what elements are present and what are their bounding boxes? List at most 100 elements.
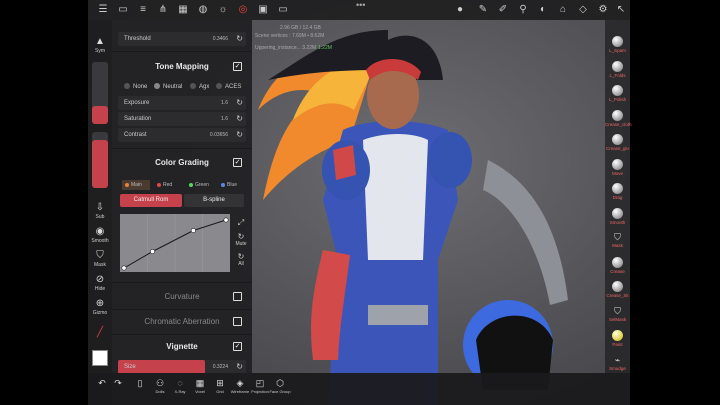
- gizmo-tool[interactable]: ⊕ Gizmo: [88, 298, 112, 316]
- sphere-icon[interactable]: ◍: [196, 3, 210, 17]
- divider: [112, 51, 252, 52]
- tab-catmull-rom[interactable]: Catmull Rom: [120, 194, 182, 207]
- sliders-icon[interactable]: ≡: [136, 3, 150, 17]
- expand-button[interactable]: ⤢: [231, 218, 251, 228]
- radius-slider[interactable]: [92, 62, 108, 124]
- radio-neutral-label: Neutral: [163, 84, 183, 90]
- curve-point[interactable]: [150, 248, 156, 254]
- reset-icon[interactable]: ↻: [236, 98, 243, 107]
- curve-editor[interactable]: [120, 214, 230, 272]
- tab-b-spline[interactable]: B-spline: [184, 194, 244, 207]
- reset-icon[interactable]: ↻: [236, 34, 243, 43]
- tool-smooth[interactable]: Smooth: [605, 207, 630, 225]
- vignette-size-row[interactable]: Size 0.3224 ↻: [118, 360, 246, 373]
- tool-l-spam[interactable]: L_Spam: [605, 36, 630, 53]
- contrast-row[interactable]: Contrast 0.03656 ↻: [118, 128, 246, 142]
- sun-icon[interactable]: ☼: [216, 3, 230, 17]
- tool-label: L_Spam: [609, 48, 626, 53]
- sym-toggle[interactable]: ▲ Sym: [88, 36, 112, 54]
- tool-drag[interactable]: Drag: [605, 183, 630, 200]
- color-grading-checkbox[interactable]: ✓: [233, 158, 242, 167]
- channel-green[interactable]: Green: [186, 180, 214, 190]
- tool-smudge[interactable]: ⌁ Smudge: [605, 355, 630, 371]
- radio-aces[interactable]: ACES: [216, 83, 241, 90]
- tool-paint[interactable]: Paint: [605, 330, 630, 347]
- hide-tool[interactable]: ⊘ Hide: [88, 274, 112, 292]
- vignette-checkbox[interactable]: ✓: [233, 342, 242, 351]
- color-grading-title: Color Grading: [155, 158, 209, 167]
- tool-crease-sk[interactable]: Crease_Sk: [605, 281, 630, 298]
- exposure-label: Exposure: [124, 100, 150, 106]
- brush-icon[interactable]: ✎: [476, 3, 490, 17]
- sub-toggle[interactable]: ⇩ Sub: [88, 202, 112, 220]
- tool-label: Crease: [610, 268, 625, 274]
- intensity-slider[interactable]: [92, 132, 108, 188]
- curvature-checkbox[interactable]: [233, 292, 242, 301]
- exposure-row[interactable]: Exposure 1.6 ↻: [118, 96, 246, 110]
- tree-icon[interactable]: ⋔: [156, 3, 170, 17]
- color-swatch-slash[interactable]: ╱: [88, 327, 112, 339]
- bookmark-icon[interactable]: ⌂: [556, 3, 570, 17]
- curve-point[interactable]: [190, 228, 196, 234]
- smooth-tool[interactable]: ◉ Smooth: [88, 226, 112, 244]
- chromatic-aberration-checkbox[interactable]: [233, 317, 242, 326]
- radio-agx[interactable]: Agx: [190, 83, 209, 90]
- pipette-icon[interactable]: ⚲: [516, 3, 530, 17]
- tone-mapping-checkbox[interactable]: ✓: [233, 62, 242, 71]
- target-icon[interactable]: ◎: [236, 3, 250, 17]
- radio-none-label: None: [133, 84, 148, 90]
- reset-icon[interactable]: ↻: [236, 130, 243, 139]
- divider: [112, 148, 252, 149]
- all-button[interactable]: ↻ All: [231, 252, 251, 267]
- gradient-icon[interactable]: ◐: [536, 3, 550, 17]
- facegroup-button[interactable]: ⬡ Face Group: [268, 378, 292, 394]
- tool-move[interactable]: Move: [605, 158, 630, 176]
- radio-none[interactable]: None: [124, 83, 147, 90]
- channel-blue[interactable]: Blue: [218, 180, 246, 190]
- saturation-label: Saturation: [124, 116, 152, 122]
- curve-point[interactable]: [223, 217, 229, 223]
- radio-neutral[interactable]: Neutral: [154, 83, 182, 90]
- channel-main[interactable]: Main: [122, 180, 150, 190]
- material-icon[interactable]: ●: [453, 3, 467, 17]
- tool-l-polish[interactable]: L_Polish: [605, 85, 630, 102]
- smooth-label: Smooth: [91, 238, 109, 244]
- redo-button[interactable]: ↷: [106, 378, 130, 389]
- settings-icon[interactable]: ⚙: [596, 3, 610, 17]
- reset-icon[interactable]: ↻: [236, 362, 243, 371]
- reset-icon[interactable]: ↻: [236, 114, 243, 123]
- vignette-size-value: 0.3224: [212, 364, 228, 370]
- mute-button[interactable]: ↻ Mute: [231, 232, 251, 247]
- folder-icon[interactable]: ▭: [116, 3, 130, 17]
- tool-crease[interactable]: Crease: [605, 256, 630, 274]
- brush-ball-icon: [612, 256, 623, 268]
- tool-selmask[interactable]: ⛉ SelMask: [605, 306, 630, 322]
- channel-red[interactable]: Red: [154, 180, 182, 190]
- tool-crease-cloth[interactable]: Crease_cloth: [605, 109, 632, 127]
- redo-icon: ↷: [114, 378, 122, 388]
- vignette-size-label: Size: [124, 364, 136, 370]
- saturation-row[interactable]: Saturation 1.6 ↻: [118, 112, 246, 126]
- tool-mask[interactable]: ⛉ Mask: [605, 232, 630, 248]
- cube-icon[interactable]: ◇: [576, 3, 590, 17]
- tool-label: Mask: [612, 243, 623, 248]
- tool-label: Crease_cloth: [605, 121, 632, 127]
- tool-l-folds[interactable]: L_Folds: [605, 60, 630, 78]
- image-icon[interactable]: ▣: [256, 3, 270, 17]
- brush-ball-icon: [612, 183, 623, 194]
- threshold-row[interactable]: Threshold 0.3466 ↻: [118, 32, 246, 46]
- cursor-icon[interactable]: ↖: [614, 3, 628, 17]
- no-color-icon: ╱: [96, 327, 104, 338]
- mask-tool[interactable]: ⛉ Mask: [88, 250, 112, 268]
- pen-icon[interactable]: ✐: [496, 3, 510, 17]
- tool-label: Smooth: [609, 219, 626, 225]
- tool-crease-glo[interactable]: Crease_glo: [605, 134, 630, 151]
- tool-label: Crease_Sk: [606, 293, 629, 298]
- color-swatch[interactable]: [92, 350, 108, 366]
- curve-point[interactable]: [121, 265, 127, 271]
- grid-icon[interactable]: ▦: [176, 3, 190, 17]
- menu-icon[interactable]: ☰: [96, 3, 110, 17]
- video-icon[interactable]: ▭: [276, 3, 290, 17]
- threshold-label: Threshold: [124, 36, 151, 42]
- more-dots[interactable]: •••: [356, 0, 365, 10]
